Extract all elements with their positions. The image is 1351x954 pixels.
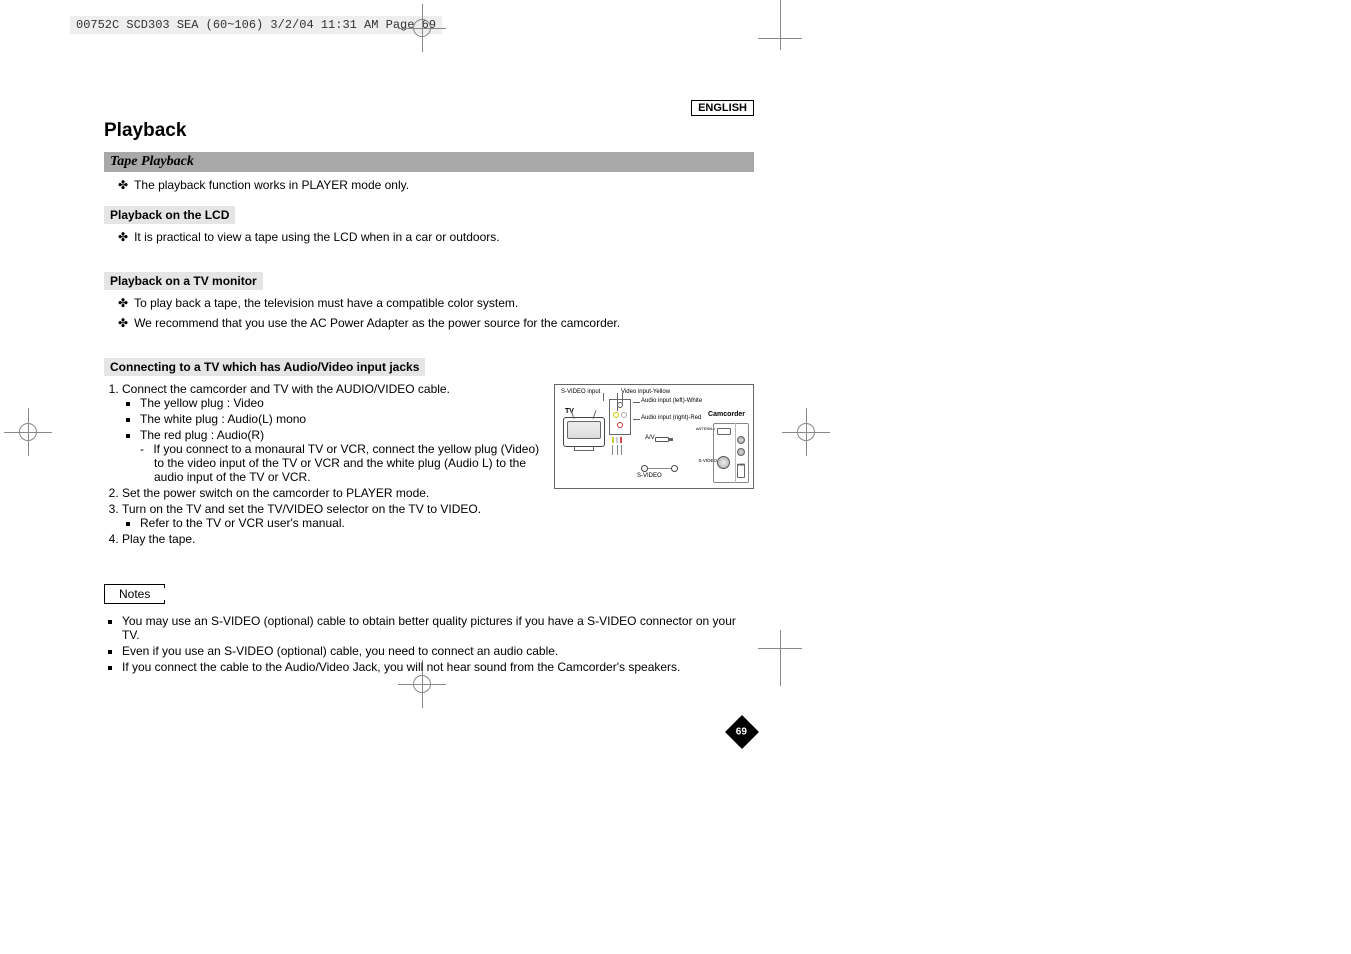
registration-mark [782, 408, 830, 456]
plug-yellow: The yellow plug : Video [140, 396, 544, 410]
connection-diagram: S-VIDEO input Video input-Yellow Audio i… [554, 384, 754, 489]
diag-svideo-label: S-VIDEO [637, 473, 662, 480]
diag-svideo-input: S-VIDEO input [561, 389, 600, 396]
registration-mark [398, 4, 446, 52]
plug-red: The red plug : Audio(R) If you connect t… [140, 428, 544, 484]
av-jack-icon [655, 437, 669, 442]
diag-video-yellow: Video input-Yellow [621, 389, 670, 396]
connecting-heading: Connecting to a TV which has Audio/Video… [104, 358, 425, 376]
step-3: Turn on the TV and set the TV/VIDEO sele… [122, 502, 544, 530]
note-3: If you connect the cable to the Audio/Vi… [122, 660, 754, 674]
tv-monitor-heading: Playback on a TV monitor [104, 272, 263, 290]
camcorder-panel-icon [713, 423, 749, 483]
diag-camcorder-label: Camcorder [708, 411, 745, 419]
tv-bullet-2: We recommend that you use the AC Power A… [118, 316, 754, 330]
tv-icon [563, 417, 605, 447]
registration-mark [4, 408, 52, 456]
section-heading: Tape Playback [104, 152, 754, 172]
plug-white: The white plug : Audio(L) mono [140, 412, 544, 426]
page-number-text: 69 [736, 727, 747, 738]
av-plugs-icon [611, 437, 623, 455]
step-2: Set the power switch on the camcorder to… [122, 486, 544, 500]
svideo-plug-icon [641, 465, 648, 472]
notes-heading: Notes [104, 584, 165, 604]
steps-list: Connect the camcorder and TV with the AU… [122, 382, 544, 546]
tv-bullet-1: To play back a tape, the television must… [118, 296, 754, 310]
step-1-text: Connect the camcorder and TV with the AU… [122, 382, 450, 396]
diag-av-label: A/V [645, 435, 655, 442]
plug-red-text: The red plug : Audio(R) [140, 428, 264, 442]
lcd-heading: Playback on the LCD [104, 206, 235, 224]
step-4: Play the tape. [122, 532, 544, 546]
jack-panel-icon [609, 399, 631, 435]
lcd-bullet: It is practical to view a tape using the… [118, 230, 754, 244]
step-3-sub: Refer to the TV or VCR user's manual. [140, 516, 544, 530]
page-title: Playback [104, 120, 754, 142]
notes-list: You may use an S-VIDEO (optional) cable … [122, 614, 754, 674]
intro-bullet: The playback function works in PLAYER mo… [118, 178, 754, 192]
plug-note: If you connect to a monaural TV or VCR, … [154, 442, 544, 484]
page-number: 69 [730, 720, 754, 744]
page-content: ENGLISH Playback Tape Playback The playb… [104, 100, 754, 676]
diag-audio-left: Audio input (left)-White [641, 398, 702, 405]
crop-line [780, 0, 781, 50]
step-3-text: Turn on the TV and set the TV/VIDEO sele… [122, 502, 481, 516]
language-badge: ENGLISH [691, 100, 754, 116]
step-1: Connect the camcorder and TV with the AU… [122, 382, 544, 484]
diag-audio-right: Audio input (right)-Red [641, 415, 701, 422]
crop-line [758, 38, 802, 39]
prepress-header: 00752C SCD303 SEA (60~106) 3/2/04 11:31 … [70, 16, 442, 34]
crop-line [758, 648, 802, 649]
crop-line [780, 630, 781, 686]
note-2: Even if you use an S-VIDEO (optional) ca… [122, 644, 754, 658]
note-1: You may use an S-VIDEO (optional) cable … [122, 614, 754, 642]
